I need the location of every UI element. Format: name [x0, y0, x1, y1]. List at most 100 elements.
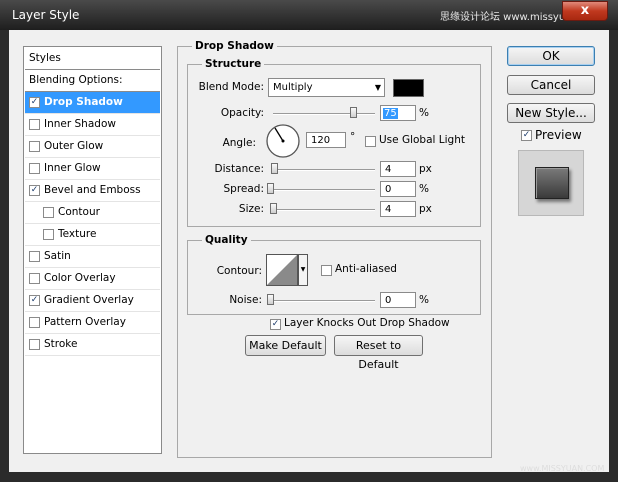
sidebar-item-pattern-overlay[interactable]: Pattern Overlay	[25, 312, 160, 334]
sidebar-item-drop-shadow[interactable]: ✓ Drop Shadow	[25, 92, 160, 114]
blend-mode-value: Multiply	[273, 82, 313, 93]
distance-slider-thumb[interactable]	[271, 163, 278, 174]
sidebar-checkbox-contour[interactable]	[43, 207, 54, 218]
sidebar-item-inner-glow[interactable]: Inner Glow	[25, 158, 160, 180]
opacity-unit: %	[419, 107, 429, 119]
sidebar-item-inner-shadow[interactable]: Inner Shadow	[25, 114, 160, 136]
sidebar-item-gradient-overlay[interactable]: ✓ Gradient Overlay	[25, 290, 160, 312]
sidebar-item-label: Contour	[58, 206, 100, 218]
anti-aliased-label: Anti-aliased	[335, 263, 397, 275]
sidebar-checkbox-texture[interactable]	[43, 229, 54, 240]
angle-input[interactable]: 120	[306, 132, 346, 148]
styles-list: StylesBlending Options: Default✓Drop Sha…	[23, 46, 162, 454]
use-global-light-checkbox[interactable]	[365, 136, 376, 147]
chevron-down-icon: ▼	[374, 83, 381, 92]
opacity-label: Opacity:	[220, 107, 264, 119]
knockout-label: Layer Knocks Out Drop Shadow	[284, 317, 450, 329]
sidebar-checkbox-pattern-overlay[interactable]	[29, 317, 40, 328]
noise-slider-thumb[interactable]	[267, 294, 274, 305]
sidebar-checkbox-bevel-and-emboss[interactable]: ✓	[29, 185, 40, 196]
make-default-button[interactable]: Make Default	[245, 335, 326, 356]
spread-slider-thumb[interactable]	[267, 183, 274, 194]
sidebar-item-blending-options-default[interactable]: Blending Options: Default	[25, 70, 160, 107]
spread-input[interactable]: 0	[380, 181, 416, 197]
sidebar-checkbox-color-overlay[interactable]	[29, 273, 40, 284]
sidebar-item-bevel-and-emboss[interactable]: ✓ Bevel and Emboss	[25, 180, 160, 202]
spread-unit: %	[419, 183, 429, 195]
opacity-slider[interactable]	[273, 113, 375, 115]
close-icon: x	[580, 3, 590, 18]
sidebar-item-texture[interactable]: Texture	[25, 224, 160, 246]
dialog-body: StylesBlending Options: Default✓Drop Sha…	[9, 30, 609, 472]
distance-input[interactable]: 4	[380, 161, 416, 177]
panel-title: Drop Shadow	[192, 40, 277, 52]
sidebar-checkbox-inner-shadow[interactable]	[29, 119, 40, 130]
title-bar[interactable]: Layer Style 思缘设计论坛 www.missyuan.com x	[0, 0, 618, 30]
layer-style-dialog: Layer Style 思缘设计论坛 www.missyuan.com x St…	[0, 0, 618, 482]
angle-dial[interactable]	[265, 123, 301, 159]
sidebar-checkbox-satin[interactable]	[29, 251, 40, 262]
noise-slider[interactable]	[273, 300, 375, 302]
blend-mode-label: Blend Mode:	[198, 81, 264, 93]
reset-to-default-button[interactable]: Reset to Default	[334, 335, 423, 371]
sidebar-checkbox-drop-shadow[interactable]: ✓	[29, 97, 40, 108]
quality-group: Quality Contour: ▼ Anti-aliased Noise: 0…	[187, 234, 481, 315]
size-slider-thumb[interactable]	[270, 203, 277, 214]
window-title: Layer Style	[12, 8, 80, 22]
sidebar-item-label: Color Overlay	[44, 272, 116, 284]
shadow-color-swatch[interactable]	[393, 79, 424, 97]
sidebar-item-label: Styles	[29, 52, 61, 64]
noise-input[interactable]: 0	[380, 292, 416, 308]
quality-title: Quality	[202, 234, 251, 246]
preview-label: Preview	[535, 128, 582, 142]
size-unit: px	[419, 203, 432, 215]
contour-preview-icon	[266, 254, 298, 286]
structure-title: Structure	[202, 58, 265, 70]
distance-slider[interactable]	[273, 169, 375, 171]
sidebar-item-label: Satin	[44, 250, 71, 262]
sidebar-item-label: Stroke	[44, 338, 78, 350]
check-icon: ✓	[30, 97, 39, 107]
sidebar-checkbox-inner-glow[interactable]	[29, 163, 40, 174]
spread-label: Spread:	[223, 183, 264, 195]
sidebar-checkbox-gradient-overlay[interactable]: ✓	[29, 295, 40, 306]
sidebar-item-outer-glow[interactable]: Outer Glow	[25, 136, 160, 158]
sidebar-checkbox-outer-glow[interactable]	[29, 141, 40, 152]
preview-swatch	[535, 167, 569, 199]
size-value: 4	[385, 204, 392, 215]
close-button[interactable]: x	[562, 1, 608, 21]
spread-slider[interactable]	[273, 189, 375, 191]
knockout-checkbox[interactable]: ✓	[270, 319, 281, 330]
contour-dropdown-button[interactable]: ▼	[298, 254, 308, 286]
new-style-button[interactable]: New Style...	[507, 103, 595, 123]
style-preview	[518, 150, 584, 216]
watermark-footer: www.MISSYUAN.COM	[520, 464, 605, 473]
sidebar-item-color-overlay[interactable]: Color Overlay	[25, 268, 160, 290]
opacity-slider-thumb[interactable]	[350, 107, 357, 118]
size-input[interactable]: 4	[380, 201, 416, 217]
check-icon: ✓	[271, 319, 280, 329]
contour-picker[interactable]: ▼	[266, 254, 308, 286]
sidebar-item-styles[interactable]: Styles	[25, 48, 160, 70]
drop-shadow-panel: Drop Shadow Structure Blend Mode: Multip…	[177, 40, 492, 458]
opacity-input[interactable]: 75	[380, 105, 416, 121]
blend-mode-select[interactable]: Multiply ▼	[268, 78, 385, 97]
ok-button[interactable]: OK	[507, 46, 595, 66]
distance-unit: px	[419, 163, 432, 175]
sidebar-item-label: Pattern Overlay	[44, 316, 126, 328]
sidebar-item-stroke[interactable]: Stroke	[25, 334, 160, 356]
check-icon: ✓	[522, 130, 531, 140]
cancel-button[interactable]: Cancel	[507, 75, 595, 95]
preview-checkbox[interactable]: ✓	[521, 130, 532, 141]
sidebar-item-label: Drop Shadow	[44, 96, 123, 108]
sidebar-checkbox-stroke[interactable]	[29, 339, 40, 350]
sidebar-item-satin[interactable]: Satin	[25, 246, 160, 268]
anti-aliased-checkbox[interactable]	[321, 265, 332, 276]
sidebar-item-label: Bevel and Emboss	[44, 184, 141, 196]
chevron-down-icon: ▼	[300, 266, 306, 273]
check-icon: ✓	[30, 295, 39, 305]
size-slider[interactable]	[273, 209, 375, 211]
sidebar-item-contour[interactable]: Contour	[25, 202, 160, 224]
distance-value: 4	[385, 164, 392, 175]
noise-value: 0	[385, 295, 392, 306]
